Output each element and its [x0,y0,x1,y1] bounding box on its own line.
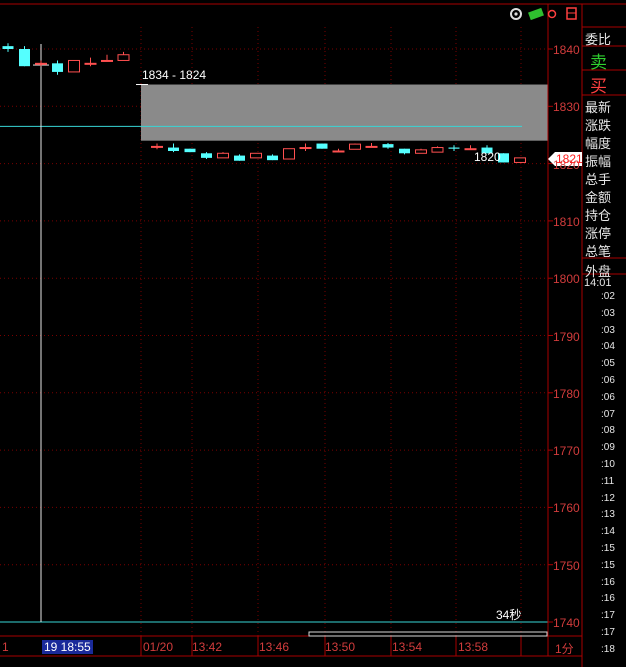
tick-time: :08 [601,425,615,437]
tick-time: :03 [601,324,615,336]
time-label: 13:50 [325,640,356,654]
tick-time: :07 [601,408,615,420]
kline-chart[interactable] [0,0,626,667]
trades-label: 总笔 [585,244,612,259]
price-tick-label: 1750 [553,558,580,573]
price-tick-label: 1790 [553,329,580,344]
candle[interactable] [201,152,212,160]
candle[interactable] [234,154,245,161]
tick-time: :16 [601,593,615,605]
candle[interactable] [184,148,196,153]
cursor-price-label: 1820 [474,150,501,164]
latest-label: 最新 [585,100,612,115]
window-icon[interactable] [566,7,577,20]
price-tick-label: 1770 [553,444,580,459]
candle[interactable] [365,142,378,148]
weibi-label: 委比 [585,32,612,47]
price-tick-label: 1800 [553,272,580,287]
tick-time: :10 [601,459,615,470]
candle[interactable] [415,148,427,154]
candle[interactable] [101,54,113,62]
limit-up-label: 涨停 [585,226,612,241]
tick-time: :14 [601,526,615,538]
candle[interactable] [316,143,328,149]
pct-label: 幅度 [585,136,612,151]
candle[interactable] [514,157,526,163]
current-price-value: 1821 [556,152,583,166]
tick-time: :17 [601,627,615,638]
candle[interactable] [52,60,63,75]
candle[interactable] [382,142,394,149]
period-selector[interactable]: 1分 [555,640,574,657]
time-label: 13:42 [192,640,223,654]
candle[interactable] [283,148,295,160]
volume-label: 总手 [585,172,612,187]
zone-range-label: 1834 - 1824 [142,68,207,82]
price-tick-label: 1740 [553,616,580,630]
candle[interactable] [332,148,345,153]
battery-icon[interactable] [528,7,544,21]
cursor-time-label: 19 18:55 [42,640,93,654]
tick-time: :09 [601,442,615,454]
tick-time: :15 [601,543,615,554]
candle[interactable] [84,57,97,67]
tick-time-header: 14:01 [584,277,612,289]
candle[interactable] [117,51,130,61]
candle[interactable] [151,143,163,150]
candle[interactable] [168,143,179,153]
candle[interactable] [448,145,460,151]
time-label: 13:54 [392,640,423,654]
settings-icon[interactable] [510,8,522,20]
price-tick-label: 1810 [553,214,580,229]
candle[interactable] [349,143,361,150]
price-zone-box[interactable] [141,84,548,141]
tick-time: :05 [601,358,615,370]
price-tick-label: 1760 [553,501,580,516]
candle[interactable] [299,143,312,151]
gear-icon[interactable] [547,9,557,19]
change-label: 涨跌 [585,118,612,133]
candle[interactable] [19,46,30,67]
candle[interactable] [267,154,278,161]
sell-label[interactable]: 卖 [590,48,607,73]
tick-time: :11 [601,475,615,487]
tick-time: :18 [601,643,615,655]
tick-time: :13 [601,509,615,521]
price-tick-label: 1780 [553,386,580,401]
countdown-label: 34秒 [496,608,522,622]
price-tick-label: 1830 [553,100,580,115]
tick-time: :15 [601,559,615,571]
tick-time: :02 [601,291,615,302]
tick-time: :12 [601,492,615,504]
candle[interactable] [250,152,262,159]
time-label: 01/20 [143,640,174,654]
open-interest-label: 持仓 [585,208,612,223]
time-label: 13:46 [259,640,290,654]
tick-time: :06 [601,391,615,403]
tick-time: :03 [601,307,615,319]
amplitude-label: 振幅 [585,154,612,169]
time-label: 1 [2,640,9,654]
candle[interactable] [68,59,80,73]
price-tick-label: 1840 [553,43,580,57]
tick-time: :16 [601,576,615,588]
candle[interactable] [2,43,14,52]
candle[interactable] [217,152,229,159]
tick-time: :04 [601,341,615,353]
buy-label[interactable]: 买 [590,72,607,97]
candle[interactable] [431,146,444,153]
time-label: 13:58 [458,640,489,654]
amount-label: 金额 [585,190,612,205]
scroll-bar[interactable] [308,631,548,637]
candle[interactable] [399,148,410,155]
tick-time: :17 [601,610,615,622]
tick-time: :06 [601,375,615,386]
